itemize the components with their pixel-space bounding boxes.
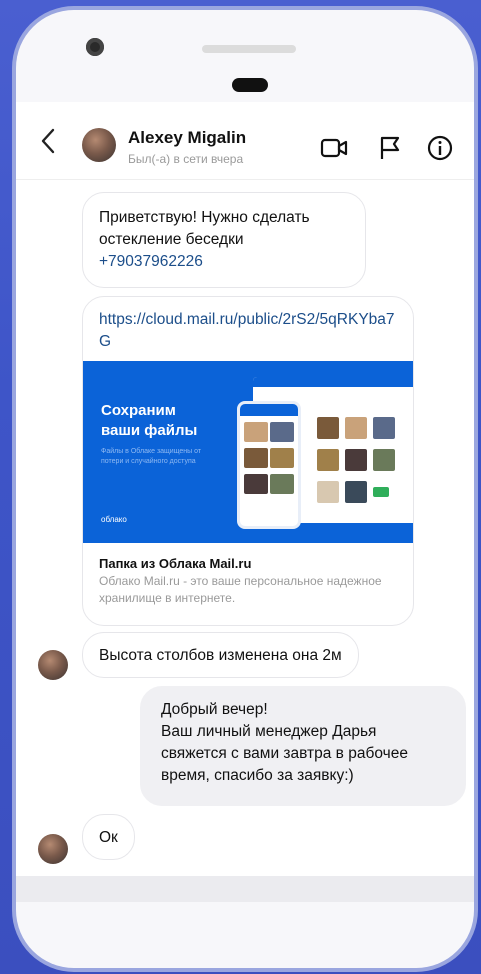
- avatar[interactable]: [82, 128, 116, 162]
- notch: [232, 78, 268, 92]
- contact-status: Был(-а) в сети вчера: [128, 152, 244, 166]
- message-line: Ваш личный менеджер Дарья: [161, 723, 377, 740]
- message-bubble[interactable]: Приветствую! Нужно сделать остекление бе…: [82, 192, 366, 288]
- outgoing-message-bubble[interactable]: Добрый вечер! Ваш личный менеджер Дарья …: [140, 686, 466, 806]
- phone-mockup: [237, 401, 301, 529]
- card-title: Папка из Облака Mail.ru: [99, 556, 252, 571]
- phone-body: Alexey Migalin Был(-а) в сети вчера Прив…: [16, 10, 474, 968]
- link-preview-message[interactable]: https://cloud.mail.ru/public/2rS2/5qRKYb…: [82, 296, 414, 626]
- preview-subtitle: Файлы в Облаке защищены от потери и случ…: [101, 448, 202, 465]
- message-composer[interactable]: [16, 876, 474, 902]
- phone-link[interactable]: +79037962226: [99, 251, 349, 273]
- info-icon[interactable]: [426, 134, 454, 162]
- cloud-logo: облако: [101, 515, 127, 524]
- message-bubble[interactable]: Высота столбов изменена она 2м: [82, 632, 359, 678]
- message-line: время, спасибо за заявку:): [161, 767, 354, 784]
- message-text: Приветствую! Нужно сделать остекление бе…: [99, 209, 310, 248]
- message-bubble[interactable]: Ок: [82, 814, 135, 860]
- chat-header: Alexey Migalin Был(-а) в сети вчера: [16, 102, 474, 180]
- video-icon[interactable]: [320, 134, 348, 162]
- message-line: свяжется с вами завтра в рабочее: [161, 745, 408, 762]
- contact-name[interactable]: Alexey Migalin: [128, 128, 246, 148]
- url-link[interactable]: https://cloud.mail.ru/public/2rS2/5qRKYb…: [83, 297, 413, 361]
- message-line: Добрый вечер!: [161, 701, 268, 718]
- chevron-left-icon[interactable]: [40, 128, 56, 161]
- message-text: Ок: [99, 829, 118, 846]
- phone-frame: Alexey Migalin Был(-а) в сети вчера Прив…: [12, 6, 478, 972]
- speaker-grille: [202, 45, 296, 53]
- card-description: Облако Mail.ru - это ваше персональное н…: [99, 574, 382, 605]
- front-camera: [86, 38, 104, 56]
- chat-screen: Alexey Migalin Был(-а) в сети вчера Прив…: [16, 102, 474, 902]
- avatar[interactable]: [38, 834, 68, 864]
- preview-title: Сохраним ваши файлы: [101, 402, 198, 439]
- message-text: Высота столбов изменена она 2м: [99, 647, 342, 664]
- avatar[interactable]: [38, 650, 68, 680]
- flag-icon[interactable]: [376, 134, 404, 162]
- preview-image[interactable]: Сохраним ваши файлы Файлы в Облаке защищ…: [83, 361, 413, 543]
